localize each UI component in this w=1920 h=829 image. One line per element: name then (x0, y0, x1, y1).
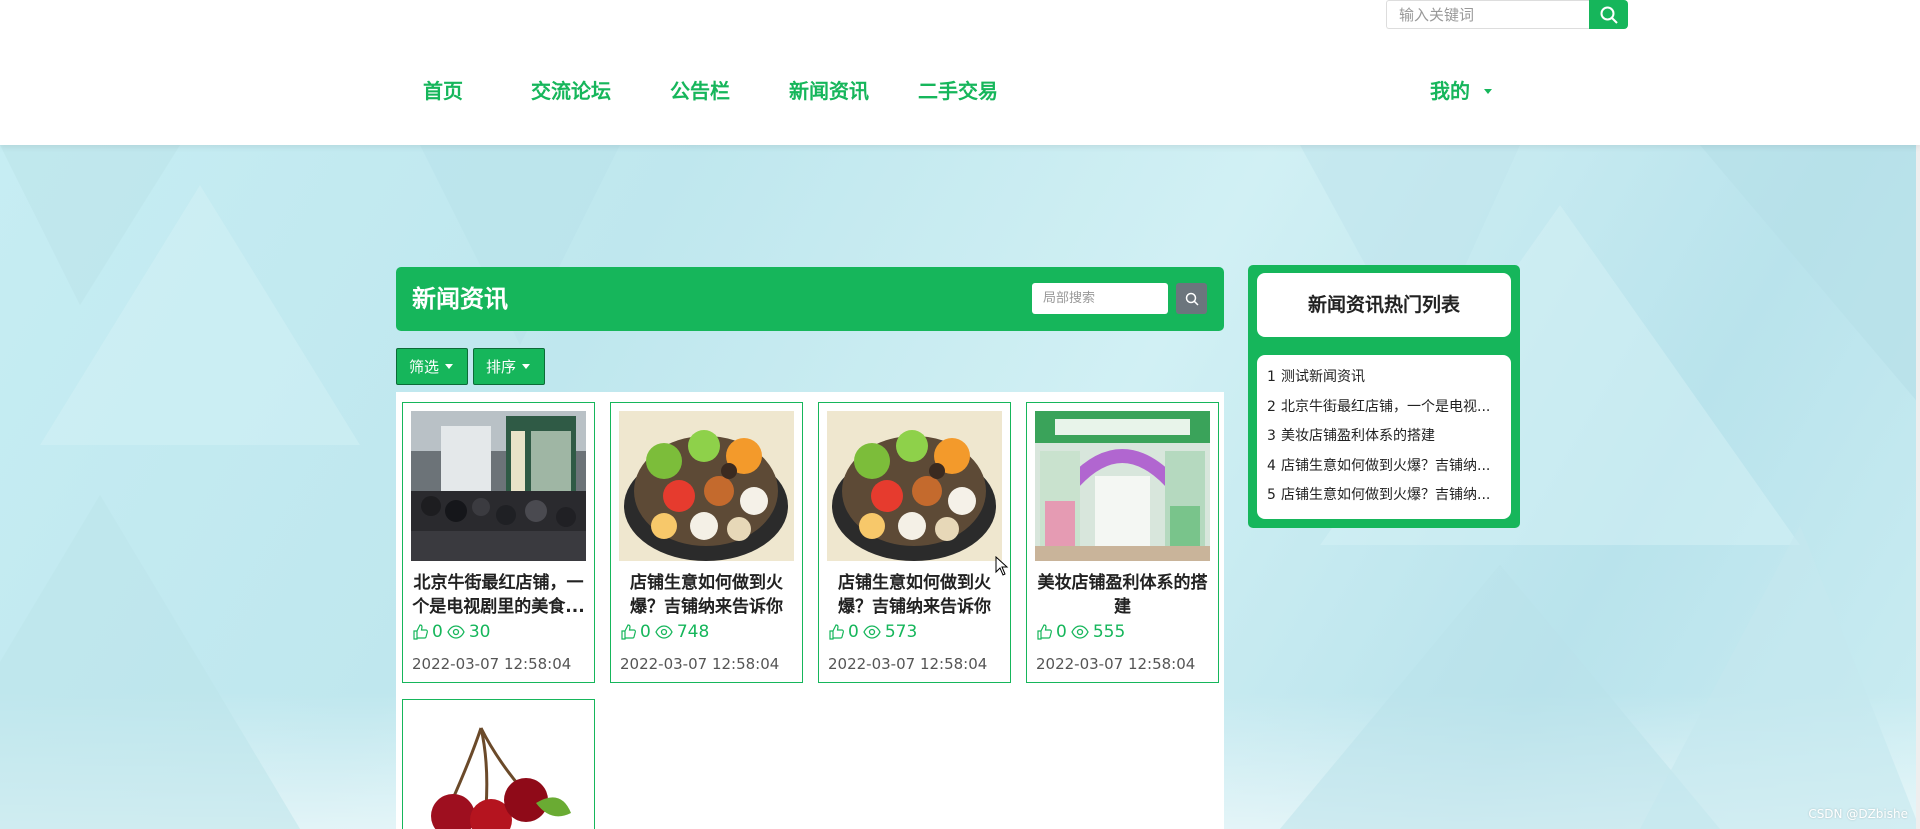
card-date: 2022-03-07 12:58:04 (828, 655, 988, 673)
card-stats: 0 573 (828, 622, 917, 642)
food-platter-photo (619, 411, 794, 561)
news-list-panel: 北京牛街最红店铺，一个是电视剧里的美食... 0 30 2022-03-07 1… (396, 392, 1224, 829)
global-search-button[interactable] (1589, 0, 1628, 29)
card-title[interactable]: 美妆店铺盈利体系的搭建 (1035, 571, 1210, 619)
hot-item-text: 北京牛街最红店铺，一个是电视... (1281, 398, 1491, 415)
card-stats: 0 748 (620, 622, 709, 642)
card-title[interactable]: 店铺生意如何做到火爆？吉铺纳来告诉你 (827, 571, 1002, 619)
like-count: 0 (640, 622, 651, 642)
chevron-down-icon (445, 364, 454, 369)
news-card[interactable]: 店铺生意如何做到火爆？吉铺纳来告诉你 0 573 2022-03-07 12:5… (818, 402, 1011, 683)
global-search (1386, 0, 1628, 29)
hot-news-item[interactable]: 3 美妆店铺盈利体系的搭建 (1267, 422, 1501, 452)
eye-icon (447, 625, 465, 639)
sort-button[interactable]: 排序 (473, 348, 545, 385)
hot-item-text: 店铺生意如何做到火爆？吉铺纳... (1281, 457, 1491, 474)
hot-item-text: 测试新闻资讯 (1281, 369, 1365, 385)
hot-news-panel: 新闻资讯热门列表 1 测试新闻资讯 2 北京牛街最红店铺，一个是电视... 3 … (1248, 265, 1520, 528)
eye-icon (655, 625, 673, 639)
news-card[interactable] (402, 699, 595, 829)
card-date: 2022-03-07 12:58:04 (412, 655, 572, 673)
eye-icon (863, 625, 881, 639)
view-count: 748 (676, 622, 710, 642)
thumbs-up-icon (621, 624, 636, 640)
thumbs-up-icon (829, 624, 844, 640)
card-stats: 0 555 (1036, 622, 1125, 642)
nav-mine-label: 我的 (1430, 79, 1470, 103)
hot-item-number: 1 (1267, 369, 1276, 385)
card-date: 2022-03-07 12:58:04 (1036, 655, 1196, 673)
hot-item-number: 5 (1267, 487, 1276, 503)
chevron-down-icon (1484, 88, 1492, 94)
nav-home[interactable]: 首页 (423, 76, 463, 106)
like-count: 0 (848, 622, 859, 642)
keyword-search-input[interactable] (1386, 0, 1589, 29)
view-count: 555 (1092, 622, 1126, 642)
thumbs-up-icon (413, 624, 428, 640)
hot-news-item[interactable]: 2 北京牛街最红店铺，一个是电视... (1267, 393, 1501, 423)
hot-item-number: 3 (1267, 428, 1276, 444)
view-count: 573 (884, 622, 918, 642)
nav-news[interactable]: 新闻资讯 (789, 76, 869, 106)
hot-list-title: 新闻资讯热门列表 (1257, 273, 1511, 337)
hot-item-number: 2 (1267, 398, 1276, 415)
street-photo (411, 411, 586, 561)
hot-item-text: 美妆店铺盈利体系的搭建 (1281, 428, 1435, 444)
filter-label: 筛选 (409, 358, 440, 376)
like-count: 0 (432, 622, 443, 642)
cherry-photo (411, 708, 586, 829)
page-title: 新闻资讯 (412, 285, 508, 313)
hot-item-text: 店铺生意如何做到火爆？吉铺纳... (1281, 487, 1491, 503)
nav-announcements[interactable]: 公告栏 (670, 76, 730, 106)
view-count: 30 (468, 622, 491, 642)
sort-label: 排序 (486, 358, 517, 376)
news-card[interactable]: 北京牛街最红店铺，一个是电视剧里的美食... 0 30 2022-03-07 1… (402, 402, 595, 683)
news-card[interactable]: 美妆店铺盈利体系的搭建 0 555 2022-03-07 12:58:04 (1026, 402, 1219, 683)
local-search-button[interactable] (1176, 283, 1207, 314)
card-date: 2022-03-07 12:58:04 (620, 655, 780, 673)
card-stats: 0 30 (412, 622, 490, 642)
thumbs-up-icon (1037, 624, 1052, 640)
local-search-input[interactable] (1032, 283, 1168, 314)
nav-forum[interactable]: 交流论坛 (531, 76, 611, 106)
eye-icon (1071, 625, 1089, 639)
hot-item-number: 4 (1267, 457, 1276, 474)
search-icon (1185, 292, 1199, 306)
main-nav: 首页 交流论坛 公告栏 新闻资讯 二手交易 (0, 76, 1920, 106)
like-count: 0 (1056, 622, 1067, 642)
food-platter-photo (827, 411, 1002, 561)
nav-mine-dropdown[interactable]: 我的 (1430, 76, 1492, 106)
news-card[interactable]: 店铺生意如何做到火爆？吉铺纳来告诉你 0 748 2022-03-07 12:5… (610, 402, 803, 683)
card-title[interactable]: 店铺生意如何做到火爆？吉铺纳来告诉你 (619, 571, 794, 619)
mouse-cursor-icon (995, 556, 1009, 576)
search-icon (1600, 6, 1618, 24)
card-title[interactable]: 北京牛街最红店铺，一个是电视剧里的美食... (411, 571, 586, 619)
news-title-bar: 新闻资讯 (396, 267, 1224, 331)
hot-news-list: 1 测试新闻资讯 2 北京牛街最红店铺，一个是电视... 3 美妆店铺盈利体系的… (1257, 355, 1511, 519)
nav-second-hand[interactable]: 二手交易 (918, 76, 998, 106)
top-header: 首页 交流论坛 公告栏 新闻资讯 二手交易 我的 (0, 0, 1920, 145)
watermark: CSDN @DZbishe (1808, 807, 1908, 821)
hot-news-item[interactable]: 5 店铺生意如何做到火爆？吉铺纳... (1267, 481, 1501, 511)
hot-news-item[interactable]: 1 测试新闻资讯 (1267, 363, 1501, 393)
chevron-down-icon (522, 364, 531, 369)
filter-button[interactable]: 筛选 (396, 348, 468, 385)
hot-news-item[interactable]: 4 店铺生意如何做到火爆？吉铺纳... (1267, 452, 1501, 482)
shop-front-photo (1035, 411, 1210, 561)
